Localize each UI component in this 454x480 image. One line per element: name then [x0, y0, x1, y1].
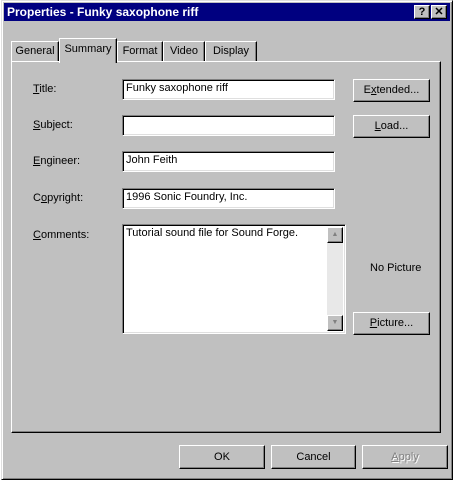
comments-label: Comments: — [33, 228, 89, 242]
summary-panel: Title: Funky saxophone riff Subject: Eng… — [11, 61, 441, 433]
title-label-text: itle: — [39, 83, 57, 95]
comments-textarea[interactable]: Tutorial sound file for Sound Forge. ▲ ▼ — [122, 224, 346, 334]
extended-button[interactable]: Extended... — [353, 79, 430, 102]
close-button[interactable]: ✕ — [431, 5, 447, 19]
tab-display-label: Display — [212, 45, 250, 57]
window-title: Properties - Funky saxophone riff — [7, 5, 199, 19]
comments-text: Tutorial sound file for Sound Forge. — [126, 227, 299, 239]
copyright-label-prefix: C — [33, 192, 41, 204]
no-picture-label: No Picture — [370, 262, 422, 274]
tab-general[interactable]: General — [11, 41, 59, 61]
tab-display[interactable]: Display — [205, 41, 257, 61]
properties-dialog: Properties - Funky saxophone riff ? ✕ Ge… — [1, 0, 453, 480]
ok-button[interactable]: OK — [179, 445, 265, 469]
extended-button-text: tended... — [376, 84, 420, 96]
load-button[interactable]: Load... — [353, 115, 430, 138]
tab-format[interactable]: Format — [117, 41, 163, 61]
title-field[interactable]: Funky saxophone riff — [122, 79, 335, 100]
title-label: Title: — [33, 82, 56, 96]
tab-summary[interactable]: Summary — [59, 38, 117, 63]
comments-label-mnemonic: C — [33, 229, 41, 241]
copyright-label: Copyright: — [33, 191, 83, 205]
tab-summary-label: Summary — [64, 43, 112, 55]
help-button[interactable]: ? — [414, 5, 430, 19]
subject-label: Subject: — [33, 118, 73, 132]
picture-button[interactable]: Picture... — [353, 312, 430, 335]
comments-scrollbar[interactable]: ▲ ▼ — [327, 227, 343, 331]
tab-format-label: Format — [122, 45, 158, 57]
scroll-down-icon[interactable]: ▼ — [327, 315, 343, 331]
copyright-field[interactable]: 1996 Sonic Foundry, Inc. — [122, 188, 335, 209]
engineer-label: Engineer: — [33, 154, 80, 168]
scroll-up-icon[interactable]: ▲ — [327, 227, 343, 243]
title-bar[interactable]: Properties - Funky saxophone riff ? ✕ — [4, 3, 450, 21]
copyright-label-text: pyright: — [47, 192, 84, 204]
subject-field[interactable] — [122, 115, 335, 136]
apply-button-mnemonic: A — [391, 451, 399, 463]
tab-general-label: General — [15, 45, 55, 57]
picture-button-text: icture... — [377, 317, 414, 329]
load-button-text: oad... — [380, 120, 409, 132]
engineer-field[interactable]: John Feith — [122, 151, 335, 172]
apply-button-text: pply — [398, 451, 419, 463]
tab-video[interactable]: Video — [163, 41, 205, 61]
apply-button[interactable]: Apply — [362, 445, 448, 469]
cancel-button[interactable]: Cancel — [271, 445, 356, 469]
subject-label-text: ubject: — [40, 119, 73, 131]
engineer-label-text: ngineer: — [40, 155, 81, 167]
extended-button-prefix: E — [363, 84, 371, 96]
comments-label-text: omments: — [40, 229, 90, 241]
tab-video-label: Video — [170, 45, 198, 57]
